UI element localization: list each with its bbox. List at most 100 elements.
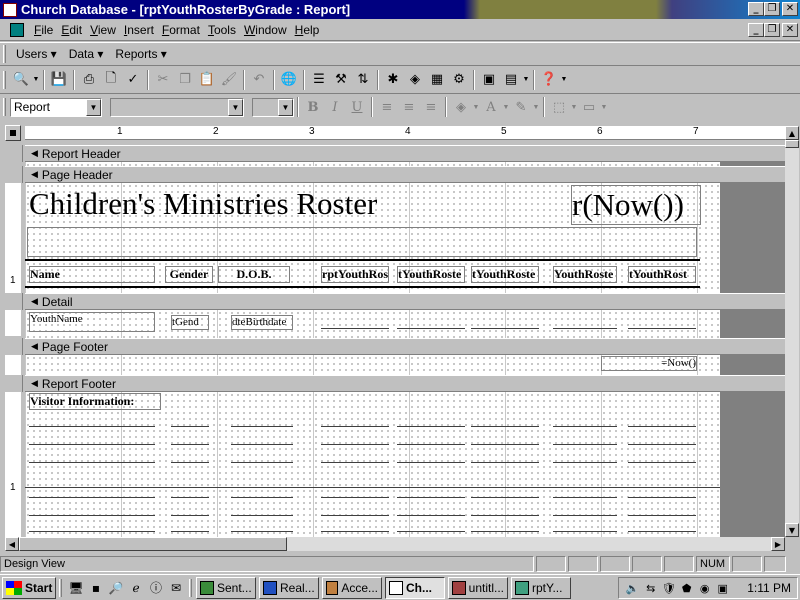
page-header-bar[interactable]: ◀ Page Header — [25, 166, 785, 183]
task-report[interactable]: rptY... — [511, 576, 571, 599]
chevron-down-icon[interactable]: ▼ — [532, 104, 540, 111]
report-canvas[interactable]: ◀ Report Header ◀ Page Header Children's… — [25, 145, 785, 537]
header-subtitle-box[interactable] — [27, 227, 697, 257]
properties-icon[interactable]: ▦ — [426, 69, 448, 91]
command-prompt-icon[interactable]: ▪ — [86, 578, 106, 598]
menu-file[interactable]: File — [30, 23, 57, 37]
birthdate-field[interactable]: dteBirthdate — [231, 315, 293, 330]
line-color-icon[interactable]: ✎ — [510, 97, 532, 117]
youth-name-field[interactable]: YouthName — [29, 312, 155, 332]
task-real[interactable]: Real... — [259, 576, 319, 599]
page-footer-bar[interactable]: ◀ Page Footer — [25, 338, 785, 355]
users-menu[interactable]: Users ▾ — [10, 47, 63, 61]
copy-icon[interactable]: ❐ — [174, 69, 196, 91]
horizontal-scroll-thumb[interactable] — [19, 537, 287, 551]
name-column-label[interactable]: Name — [29, 266, 155, 283]
page-footer-now-field[interactable]: =Now() — [601, 356, 697, 371]
chevron-down-icon[interactable]: ▼ — [32, 76, 40, 83]
print-icon[interactable]: ⎙ — [78, 69, 100, 91]
gender-column-label[interactable]: Gender — [165, 266, 213, 283]
report-header-bar[interactable]: ◀ Report Header — [25, 145, 785, 162]
format-painter-icon[interactable]: 🖌 — [218, 69, 240, 91]
access-app-icon[interactable] — [3, 2, 17, 17]
task-access[interactable]: Acce... — [322, 576, 382, 599]
database-window-icon[interactable]: ▣ — [478, 69, 500, 91]
menu-help[interactable]: Help — [291, 23, 324, 37]
visitor-information-label[interactable]: Visitor Information: — [29, 393, 161, 410]
child-restore-button[interactable]: ❐ — [764, 23, 780, 37]
roster-column-7-label[interactable]: YouthRoste — [553, 266, 617, 283]
menu-format[interactable]: Format — [158, 23, 204, 37]
italic-button[interactable]: I — [324, 97, 346, 117]
underline-button[interactable]: U — [346, 97, 368, 117]
chevron-down-icon[interactable]: ▼ — [472, 104, 480, 111]
cut-icon[interactable]: ✂ — [152, 69, 174, 91]
detail-bar[interactable]: ◀ Detail — [25, 293, 785, 310]
roster-column-5-label[interactable]: tYouthRoste — [397, 266, 465, 283]
scroll-up-button[interactable]: ▲ — [785, 126, 799, 140]
network-icon[interactable]: ⇆ — [643, 581, 658, 596]
border-width-icon[interactable]: ⬚ — [548, 97, 570, 117]
child-minimize-button[interactable]: _ — [748, 23, 764, 37]
align-left-icon[interactable]: ≡ — [376, 97, 398, 117]
vertical-scrollbar[interactable]: ▲ ▼ — [785, 126, 799, 537]
gender-field[interactable]: tGend — [171, 315, 209, 330]
build-icon[interactable]: ⚙ — [448, 69, 470, 91]
report-window-icon[interactable] — [10, 22, 24, 37]
new-object-icon[interactable]: ▤ — [500, 69, 522, 91]
reports-menu[interactable]: Reports ▾ — [109, 47, 172, 61]
scroll-right-button[interactable]: ▶ — [771, 537, 785, 551]
vertical-ruler[interactable]: 1 1 — [5, 145, 23, 537]
outlook-icon[interactable]: ✉ — [166, 578, 186, 598]
scroll-down-button[interactable]: ▼ — [785, 523, 799, 537]
autoformat-icon[interactable]: ✱ — [382, 69, 404, 91]
report-selector[interactable] — [5, 125, 21, 141]
child-close-button[interactable]: ✕ — [782, 23, 798, 37]
paste-icon[interactable]: 📋 — [196, 69, 218, 91]
help-icon[interactable]: ❓ — [538, 69, 560, 91]
toolbar-grip[interactable] — [3, 70, 6, 89]
chevron-down-icon[interactable]: ▼ — [570, 104, 578, 111]
code-icon[interactable]: ◈ — [404, 69, 426, 91]
task-church-database[interactable]: Ch... — [385, 576, 445, 599]
clock[interactable]: 1:11 PM — [747, 581, 791, 595]
menu-edit[interactable]: Edit — [57, 23, 86, 37]
shield-icon[interactable]: ⬟ — [679, 581, 694, 596]
desktop-icon[interactable]: 🖥 — [66, 578, 86, 598]
undo-icon[interactable]: ↶ — [248, 69, 270, 91]
align-center-icon[interactable]: ≡ — [398, 97, 420, 117]
start-button[interactable]: Start — [2, 576, 56, 599]
close-button[interactable]: ✕ — [782, 2, 798, 16]
sorting-grouping-icon[interactable]: ⇅ — [352, 69, 374, 91]
fill-color-icon[interactable]: ◈ — [450, 97, 472, 117]
chevron-down-icon[interactable]: ▼ — [522, 76, 530, 83]
explorer-icon[interactable]: 🔎 — [106, 578, 126, 598]
special-effect-icon[interactable]: ▭ — [578, 97, 600, 117]
align-right-icon[interactable]: ≡ — [420, 97, 442, 117]
menu-view[interactable]: View — [86, 23, 120, 37]
roster-column-4-label[interactable]: rptYouthRos — [321, 266, 389, 283]
object-combo[interactable]: Report ▼ — [10, 97, 102, 117]
monitor-icon[interactable]: ▣ — [715, 581, 730, 596]
chevron-down-icon[interactable]: ▼ — [278, 98, 293, 116]
chevron-down-icon[interactable]: ▼ — [502, 104, 510, 111]
view-icon[interactable]: 🔍 — [10, 69, 32, 91]
title-bar[interactable]: Church Database - [rptYouthRosterByGrade… — [0, 0, 800, 19]
restore-button[interactable]: ❐ — [764, 2, 780, 16]
insert-hyperlink-icon[interactable]: 🌐 — [278, 69, 300, 91]
chevron-down-icon[interactable]: ▼ — [600, 104, 608, 111]
menu-insert[interactable]: Insert — [120, 23, 158, 37]
task-sent[interactable]: Sent... — [196, 576, 256, 599]
report-footer-bar[interactable]: ◀ Report Footer — [25, 375, 785, 392]
menu-tools[interactable]: Tools — [204, 23, 240, 37]
scroll-left-button[interactable]: ◀ — [5, 537, 19, 551]
task-untitled[interactable]: untitl... — [448, 576, 508, 599]
internet-explorer-icon[interactable]: ℯ — [126, 578, 146, 598]
field-list-icon[interactable]: ☰ — [308, 69, 330, 91]
chevron-down-icon[interactable]: ▼ — [228, 98, 243, 116]
taskbar-grip[interactable] — [59, 578, 62, 597]
font-combo[interactable]: ▼ — [110, 97, 244, 117]
roster-column-8-label[interactable]: tYouthRost — [628, 266, 696, 283]
globe-icon[interactable]: ◉ — [697, 581, 712, 596]
font-size-combo[interactable]: ▼ — [252, 97, 294, 117]
